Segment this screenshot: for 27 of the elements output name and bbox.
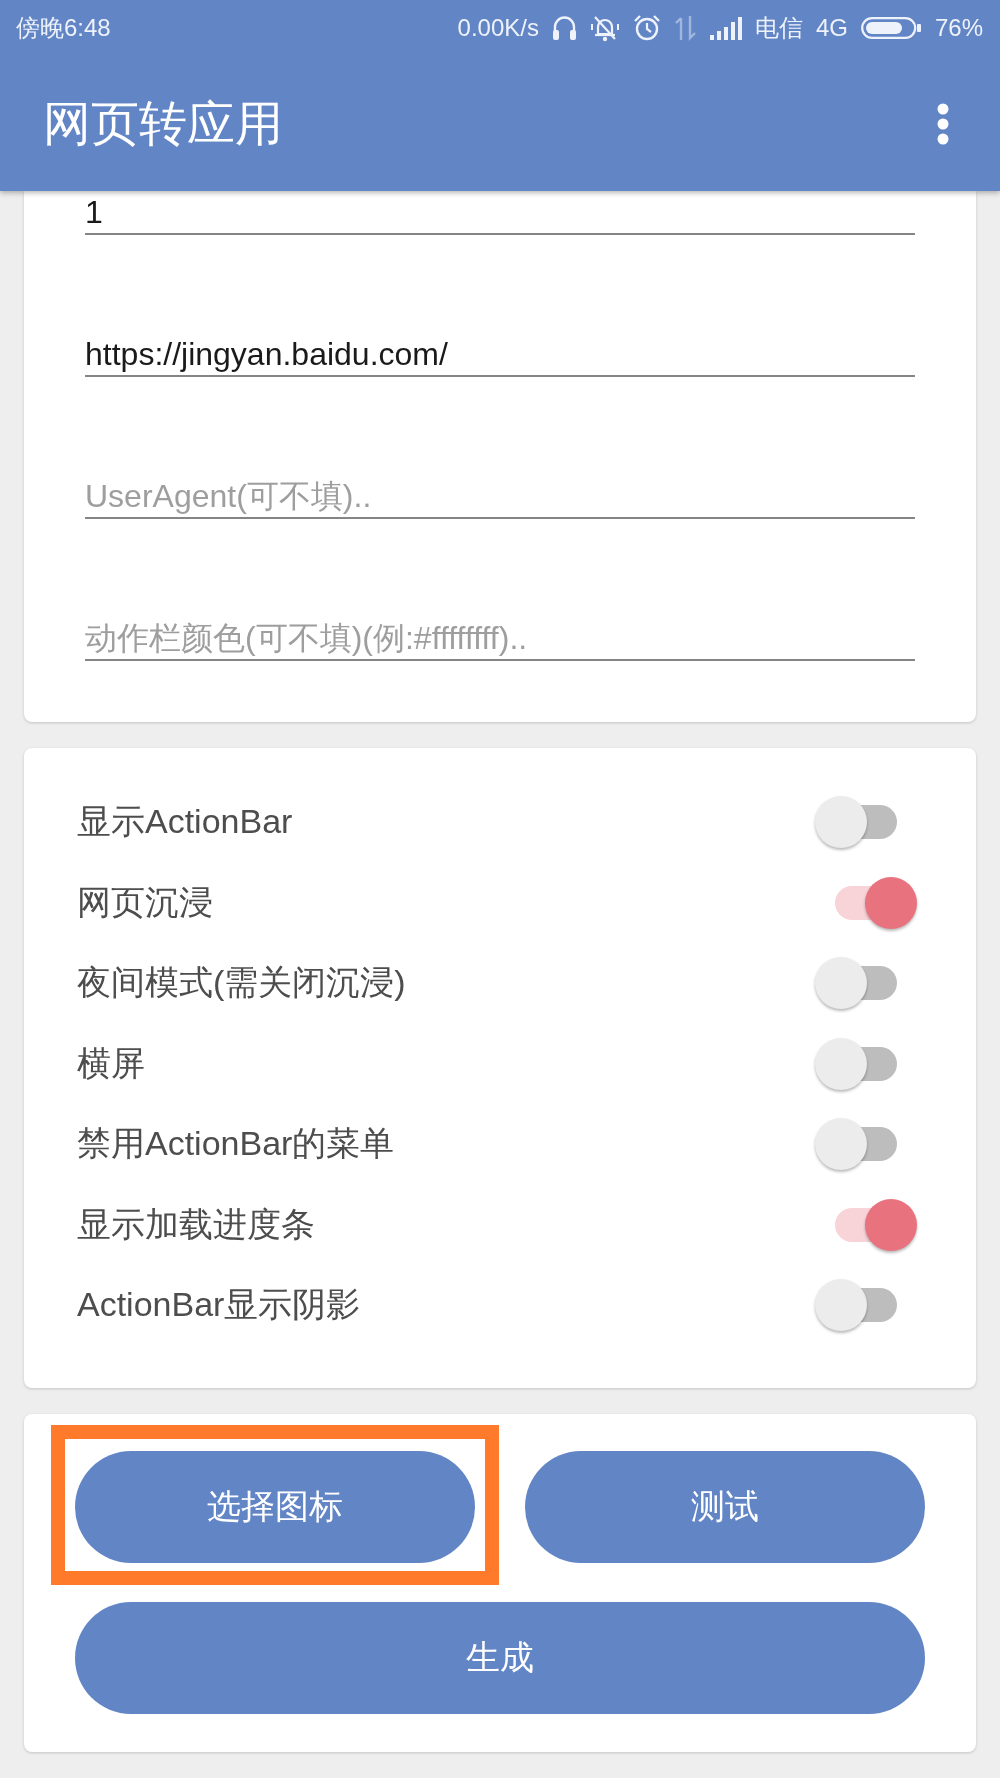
app-title: 网页转应用 [43, 95, 283, 152]
overflow-menu-icon[interactable] [937, 102, 949, 145]
switch-label: ActionBar显示阴影 [77, 1284, 361, 1326]
switch-label: 夜间模式(需关闭沉浸) [77, 962, 406, 1004]
switch-label: 网页沉浸 [77, 881, 213, 923]
network-type: 4G [815, 14, 848, 42]
switch-label: 显示加载进度条 [77, 1203, 315, 1245]
bell-off-icon [589, 14, 620, 42]
switch-label: 横屏 [77, 1042, 145, 1084]
action-button[interactable]: 生成 [75, 1601, 925, 1714]
switch-label: 显示ActionBar [77, 801, 293, 843]
alarm-clock-icon [632, 14, 661, 42]
action-button[interactable]: 选择图标 [75, 1450, 475, 1563]
text-field[interactable]: 1 [85, 191, 915, 235]
battery-percent: 76% [934, 14, 983, 42]
text-field[interactable]: https://jingyan.baidu.com/ [85, 333, 915, 377]
status-time: 傍晚6:48 [16, 13, 111, 43]
headphones-icon [551, 15, 577, 41]
battery-icon [860, 17, 922, 39]
data-arrows-icon [673, 15, 697, 41]
text-field[interactable]: 动作栏颜色(可不填)(例:#ffffffff).. [85, 617, 915, 661]
text-field[interactable]: UserAgent(可不填).. [85, 475, 915, 519]
action-button[interactable]: 测试 [525, 1450, 925, 1563]
switch-label: 禁用ActionBar的菜单 [77, 1123, 395, 1165]
signal-icon [709, 16, 742, 40]
carrier-name: 电信 [754, 13, 803, 43]
network-speed: 0.00K/s [457, 14, 539, 42]
